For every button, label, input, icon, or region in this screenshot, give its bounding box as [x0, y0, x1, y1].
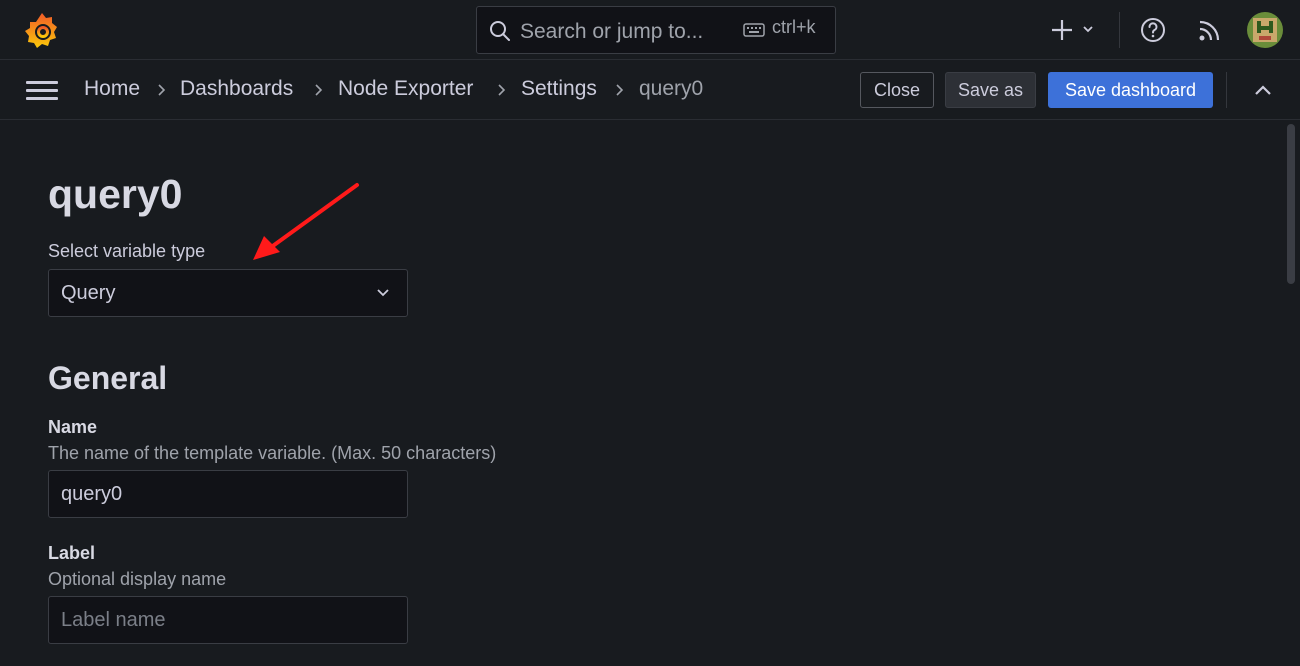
rss-icon[interactable]	[1197, 17, 1223, 43]
search-icon	[490, 21, 510, 41]
navbar-divider	[1226, 72, 1227, 108]
breadcrumb-dashboards[interactable]: Dashboards	[180, 77, 293, 101]
general-heading: General	[48, 360, 168, 396]
annotation-arrow	[253, 183, 359, 260]
name-label: Name	[48, 417, 98, 437]
dashboard-nav-bar: Home Dashboards Node Exporter Settings q…	[0, 60, 1300, 120]
breadcrumb-settings[interactable]: Settings	[521, 77, 597, 101]
name-input[interactable]	[48, 470, 408, 518]
close-button[interactable]: Close	[860, 72, 934, 108]
variable-type-value: Query	[61, 282, 116, 304]
chevron-right-icon	[315, 84, 323, 96]
variable-type-label: Select variable type	[48, 241, 206, 261]
top-bar: Search or jump to... ctrl+k	[0, 0, 1300, 60]
grafana-logo-icon[interactable]	[22, 10, 62, 50]
label-input[interactable]	[48, 596, 408, 644]
search-shortcut: ctrl+k	[772, 17, 816, 37]
save-as-button[interactable]: Save as	[945, 72, 1036, 108]
chevron-down-icon	[377, 289, 389, 297]
plus-icon[interactable]	[1050, 16, 1100, 44]
scrollbar-thumb[interactable]	[1287, 124, 1295, 284]
breadcrumb-node-exporter[interactable]: Node Exporter	[338, 77, 473, 101]
chevron-up-icon[interactable]	[1253, 82, 1273, 98]
help-icon[interactable]	[1140, 17, 1166, 43]
menu-icon[interactable]	[25, 79, 59, 103]
variable-type-select[interactable]: Query	[48, 269, 408, 317]
keyboard-icon	[743, 23, 765, 37]
breadcrumb-home[interactable]: Home	[84, 77, 140, 101]
chevron-right-icon	[498, 84, 506, 96]
name-description: The name of the template variable. (Max.…	[48, 443, 497, 463]
chevron-right-icon	[616, 84, 624, 96]
label-label: Label	[48, 543, 96, 563]
avatar[interactable]	[1247, 12, 1283, 48]
label-description: Optional display name	[48, 569, 227, 589]
search-placeholder: Search or jump to...	[520, 20, 704, 43]
chevron-right-icon	[158, 84, 166, 96]
page-title: query0	[48, 171, 183, 217]
breadcrumb-current: query0	[639, 77, 704, 100]
topbar-divider	[1119, 12, 1120, 48]
save-dashboard-button[interactable]: Save dashboard	[1048, 72, 1213, 108]
